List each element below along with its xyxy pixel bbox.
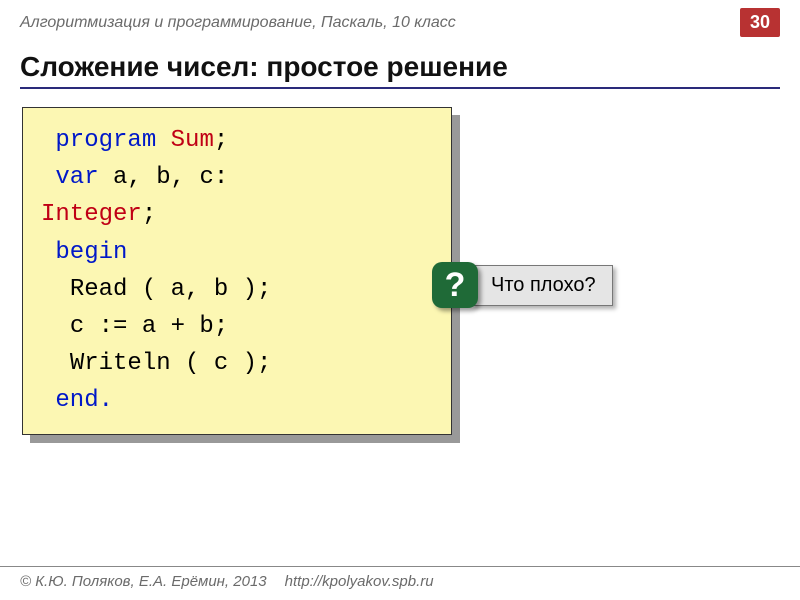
callout-text: Что плохо? bbox=[472, 265, 613, 306]
stmt-read: Read ( a, b ); bbox=[70, 276, 272, 303]
code-line-2: var a, b, c: bbox=[41, 159, 433, 196]
code-line-1: program Sum; bbox=[41, 122, 433, 159]
slide-footer: © К.Ю. Поляков, Е.А. Ерёмин, 2013 http:/… bbox=[0, 566, 800, 600]
type-integer: Integer bbox=[41, 201, 142, 228]
code-line-3: Integer; bbox=[41, 196, 433, 233]
code-block: program Sum; var a, b, c: Integer; begin… bbox=[22, 107, 452, 435]
keyword-program: program bbox=[55, 127, 156, 154]
stmt-writeln: Writeln ( c ); bbox=[70, 350, 272, 377]
punct: ; bbox=[142, 201, 156, 228]
code-box: program Sum; var a, b, c: Integer; begin… bbox=[22, 107, 452, 435]
slide-title: Сложение чисел: простое решение bbox=[0, 43, 800, 87]
keyword-var: var bbox=[55, 164, 98, 191]
punct: ; bbox=[214, 127, 228, 154]
code-line-5: Read ( a, b ); bbox=[41, 271, 433, 308]
stmt-assign: c := a + b; bbox=[70, 313, 228, 340]
title-underline bbox=[20, 87, 780, 89]
footer-url: http://kpolyakov.spb.ru bbox=[285, 573, 434, 590]
callout: ? Что плохо? bbox=[432, 262, 613, 308]
keyword-end: end. bbox=[55, 387, 113, 414]
question-icon: ? bbox=[432, 262, 478, 308]
slide-header: Алгоритмизация и программирование, Паска… bbox=[0, 0, 800, 43]
code-line-4: begin bbox=[41, 234, 433, 271]
course-name: Алгоритмизация и программирование, Паска… bbox=[20, 14, 456, 32]
code-line-6: c := a + b; bbox=[41, 308, 433, 345]
keyword-begin: begin bbox=[55, 239, 127, 266]
var-decl: a, b, c: bbox=[99, 164, 229, 191]
page-number-badge: 30 bbox=[740, 8, 780, 37]
footer-authors: © К.Ю. Поляков, Е.А. Ерёмин, 2013 bbox=[20, 573, 267, 590]
code-line-8: end. bbox=[41, 382, 433, 419]
code-line-7: Writeln ( c ); bbox=[41, 345, 433, 382]
program-name: Sum bbox=[171, 127, 214, 154]
